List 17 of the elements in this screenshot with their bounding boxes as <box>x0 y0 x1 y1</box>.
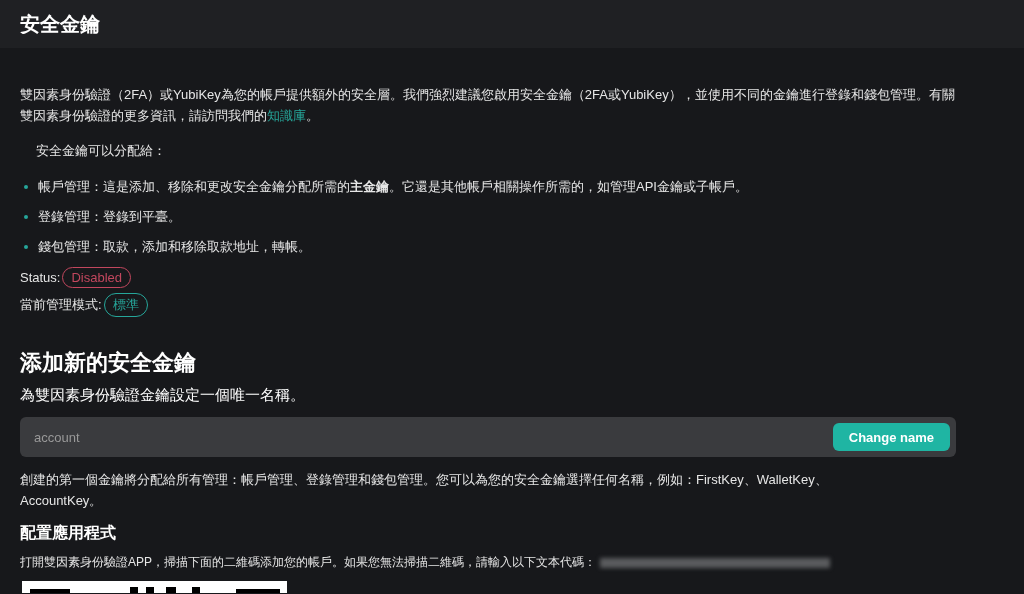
knowledge-base-link[interactable]: 知識庫 <box>267 108 306 123</box>
bullet-icon <box>24 215 28 219</box>
instruction-text: 打開雙因素身份驗證APP，掃描下面的二維碼添加您的帳戶。如果您無法掃描二維碼，請輸入以下文本代碼： <box>20 554 596 571</box>
status-label: Status: <box>20 269 61 285</box>
section-subtitle: 為雙因素身份驗證金鑰設定一個唯一名稱。 <box>20 386 306 405</box>
bullet-icon <box>24 245 28 249</box>
intro-paragraph: 雙因素身份驗證（2FA）或YubiKey為您的帳戶提供額外的安全層。我們強烈建議您啟用安全金鑰（2FA或YubiKey），並使用不同的金鑰進行登錄和錢包管理。有關雙因素身份驗證的更多資訊，請訪問我們的知識庫。 <box>20 86 956 125</box>
list-item-text: 帳戶管理：這是添加、移除和更改安全金鑰分配所需的主金鑰。它還是其他帳戶相關操作所需的，如管理API金鑰或子帳戶。 <box>38 178 748 196</box>
assign-heading: 安全金鑰可以分配給： <box>36 142 167 160</box>
mode-label: 當前管理模式: <box>20 296 102 314</box>
page-title: 安全金鑰 <box>20 11 100 37</box>
section-title: 配置應用程式 <box>20 523 117 543</box>
list-item-text: 登錄管理：登錄到平臺。 <box>38 208 181 226</box>
note-paragraph: 創建的第一個金鑰將分配給所有管理：帳戶管理、登錄管理和錢包管理。您可以為您的安全金鑰選擇任何名稱，例如：FirstKey、WalletKey、AccountKey。 <box>20 471 829 510</box>
section-title: 添加新的安全金鑰 <box>20 349 197 377</box>
bullet-icon <box>24 185 28 189</box>
list-item-text: 錢包管理：取款，添加和移除取款地址，轉帳。 <box>38 238 311 256</box>
